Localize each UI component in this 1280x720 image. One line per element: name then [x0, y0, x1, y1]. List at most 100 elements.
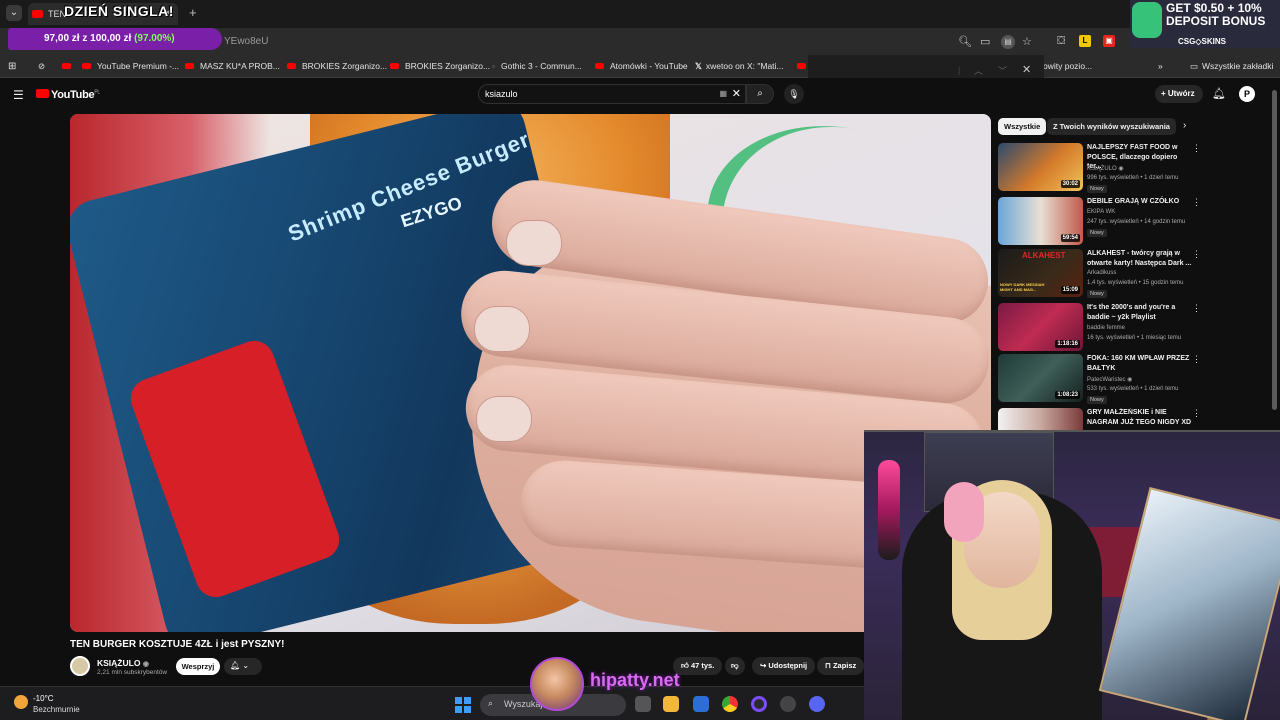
subscription-bell-button[interactable]: 🔔︎ ⌄ — [224, 658, 262, 675]
save-button[interactable]: ⊓ Zapisz — [817, 657, 865, 675]
obs-icon[interactable] — [751, 696, 767, 712]
chip-all[interactable]: Wszystkie — [998, 118, 1047, 135]
extension-icon[interactable]: ⛋ — [1057, 35, 1065, 48]
video-player[interactable]: Shrimp Cheese Burger EZYGO — [70, 114, 991, 632]
clear-search-icon[interactable]: ✕ — [732, 87, 741, 100]
new-badge: Nowy — [1087, 396, 1107, 404]
account-avatar[interactable]: P — [1239, 86, 1255, 102]
more-options-icon[interactable]: ⋮ — [1192, 143, 1201, 154]
start-button[interactable] — [455, 697, 471, 713]
extension-l-icon[interactable]: L — [1079, 35, 1091, 47]
bookmark-item[interactable] — [62, 61, 77, 71]
task-view-icon[interactable] — [635, 696, 651, 712]
recommendation-meta: 533 tys. wyświetleń • 1 dzień temu — [1087, 386, 1179, 392]
bookmark-item[interactable]: 𝕏xwetoo on X: "Mati... — [695, 61, 784, 72]
recommendation-title[interactable]: It's the 2000's and you're a baddie ~ y2… — [1087, 303, 1192, 322]
more-options-icon[interactable]: ⋮ — [1192, 303, 1201, 314]
reading-mode-icon[interactable]: ▤ — [1001, 35, 1015, 49]
all-bookmarks[interactable]: ▭ Wszystkie zakładki — [1190, 61, 1273, 72]
recommendation-channel[interactable]: Arkadikuss — [1087, 270, 1116, 276]
youtube-favicon-icon — [185, 63, 194, 69]
discord-icon[interactable] — [809, 696, 825, 712]
recommendation-channel[interactable]: KSIĄŻULO ◉ — [1087, 165, 1124, 172]
chevron-down-icon: ⌄ — [242, 661, 250, 670]
bookmark-icon[interactable]: ⊘ — [38, 61, 45, 72]
recommendation-meta: 996 tys. wyświetleń • 1 dzień temu — [1087, 175, 1179, 181]
video-frame-nail — [476, 396, 532, 442]
dislike-button[interactable]: 👎︎ — [725, 657, 745, 675]
video-thumbnail[interactable] — [998, 408, 1083, 430]
recommendation-title[interactable]: ALKAHEST - twórcy grają w otwarte karty!… — [1087, 249, 1192, 268]
more-options-icon[interactable]: ⋮ — [1192, 408, 1201, 419]
recommendation-item[interactable]: 59:54 DEBILE GRAJĄ W CZÓŁKO EKIPA WK 247… — [998, 197, 1208, 247]
weather-condition[interactable]: Bezchmurnie — [33, 705, 80, 714]
find-previous-icon[interactable]: ︿ — [974, 64, 983, 77]
chrome-icon[interactable] — [722, 696, 738, 712]
store-icon[interactable] — [693, 696, 709, 712]
bookmark-item[interactable]: ◦ Gothic 3 - Commun... — [492, 61, 582, 71]
share-button[interactable]: ↪ Udostępnij — [752, 657, 816, 675]
video-thumbnail[interactable]: 30:02 — [998, 143, 1083, 191]
video-thumbnail[interactable]: 1:18:16 — [998, 303, 1083, 351]
file-explorer-icon[interactable] — [663, 696, 679, 712]
steam-app-icon[interactable] — [780, 696, 796, 712]
bookmark-item[interactable]: BROKIES Zorganizo... — [287, 61, 387, 71]
more-options-icon[interactable]: ⋮ — [1192, 249, 1201, 260]
search-input[interactable]: ksiazulo ▦ ✕ — [478, 84, 746, 104]
recommendation-channel[interactable]: baddie femme — [1087, 325, 1125, 331]
bookmark-item[interactable]: BROKIES Zorganizo... — [390, 61, 490, 71]
recommendation-title[interactable]: GRY MAŁŻEŃSKIE i NIE NAGRAM JUŻ TEGO NIG… — [1087, 408, 1192, 427]
video-thumbnail[interactable]: ALKAHEST NOWY DARK MESSIAH MIGHT AND MAG… — [998, 249, 1083, 297]
webcam-overlay — [864, 430, 1280, 720]
extension-red-icon[interactable]: ▣ — [1103, 35, 1115, 47]
bookmark-item[interactable]: YouTube Premium -... — [82, 61, 179, 71]
recommendation-item[interactable]: 1:18:16 It's the 2000's and you're a bad… — [998, 303, 1208, 353]
create-button[interactable]: + Utwórz — [1155, 85, 1203, 103]
chips-next-icon[interactable]: › — [1183, 120, 1186, 131]
find-bar-divider: | — [958, 65, 961, 75]
voice-search-icon[interactable]: 🎙︎ — [784, 84, 804, 104]
recommendation-title[interactable]: DEBILE GRAJĄ W CZÓŁKO — [1087, 197, 1192, 207]
recommendation-item[interactable]: GRY MAŁŻEŃSKIE i NIE NAGRAM JUŻ TEGO NIG… — [998, 408, 1208, 430]
video-title: TEN BURGER KOSZTUJE 4ZŁ i jest PYSZNY! — [70, 639, 285, 650]
recommendation-item[interactable]: 1:08:23 FOKA: 160 KM WPŁAW PRZEZ BAŁTYK … — [998, 354, 1208, 404]
bookmark-item[interactable]: MASZ KU*A PROB... — [185, 61, 280, 71]
bookmark-item[interactable]: Atomówki - YouTube — [595, 61, 688, 71]
recommendation-title[interactable]: FOKA: 160 KM WPŁAW PRZEZ BAŁTYK — [1087, 354, 1192, 373]
more-options-icon[interactable]: ⋮ — [1192, 354, 1201, 365]
recommendation-channel[interactable]: EKIPA WK — [1087, 209, 1115, 215]
chip-from-search[interactable]: Z Twoich wyników wyszukiwania — [1047, 118, 1176, 135]
menu-icon[interactable]: ☰ — [13, 88, 24, 102]
share-icon: ↪ — [760, 661, 767, 670]
url-text[interactable]: YEwo8eU — [224, 36, 268, 47]
scrollbar[interactable] — [1272, 90, 1277, 410]
video-thumbnail[interactable]: 1:08:23 — [998, 354, 1083, 402]
recommendation-item[interactable]: ALKAHEST NOWY DARK MESSIAH MIGHT AND MAG… — [998, 249, 1208, 299]
search-button[interactable]: ⌕ — [746, 84, 774, 104]
more-bookmarks-icon[interactable]: » — [1158, 61, 1163, 71]
keyboard-icon[interactable]: ▦ — [719, 89, 727, 98]
youtube-logo[interactable]: YouTubePL — [36, 89, 100, 101]
channel-avatar[interactable] — [70, 656, 90, 676]
recommendation-channel[interactable]: PatecWaristec ◉ — [1087, 376, 1132, 383]
subscriber-count: 2,21 mln subskrybentów — [97, 669, 168, 676]
video-thumbnail[interactable]: 59:54 — [998, 197, 1083, 245]
apps-grid-icon[interactable]: ⊞ — [8, 61, 16, 72]
weather-temperature[interactable]: -10°C — [33, 694, 54, 703]
recommendation-item[interactable]: 30:02 NAJLEPSZY FAST FOOD w POLSCE, dlac… — [998, 143, 1208, 193]
more-options-icon[interactable]: ⋮ — [1192, 197, 1201, 208]
verified-icon: ◉ — [142, 661, 149, 668]
new-badge: Nowy — [1087, 185, 1107, 193]
channel-name[interactable]: KSIĄŻULO ◉ — [97, 658, 149, 668]
zoom-icon[interactable]: 🔍︎ — [958, 35, 972, 48]
bookmark-star-icon[interactable]: ☆ — [1022, 35, 1032, 48]
weather-moon-icon[interactable] — [14, 695, 28, 709]
install-app-icon[interactable]: ▭ — [980, 35, 990, 48]
like-button[interactable]: 👍︎ 47 tys. — [673, 657, 723, 675]
bookmark-item[interactable]: owity pozio... — [1043, 61, 1092, 71]
support-button[interactable]: Wesprzyj — [176, 658, 220, 675]
find-next-icon[interactable]: ﹀ — [998, 64, 1007, 77]
youtube-favicon-icon — [390, 63, 399, 69]
find-close-icon[interactable]: ✕ — [1022, 63, 1031, 76]
notifications-icon[interactable]: 🔔︎ — [1212, 87, 1226, 100]
